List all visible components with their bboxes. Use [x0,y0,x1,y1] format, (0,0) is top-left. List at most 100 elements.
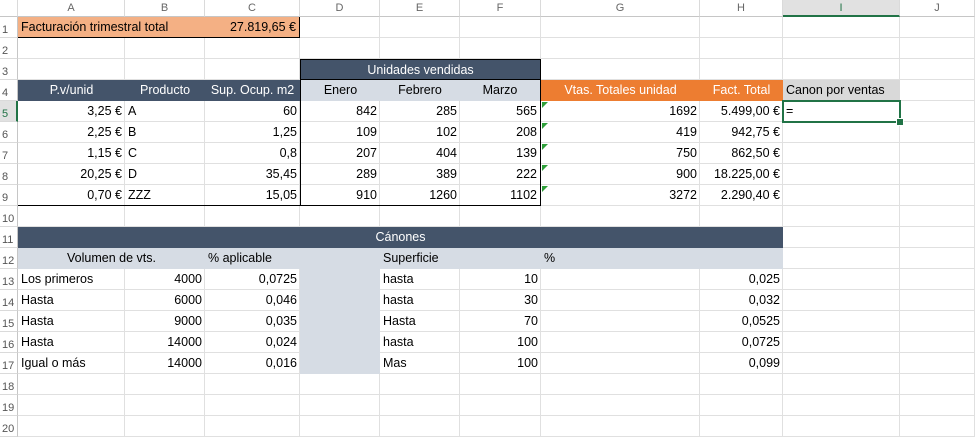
sup-value-cell[interactable]: 100 [460,332,541,353]
unidades-vendidas-title[interactable]: Unidades vendidas [300,59,541,80]
canones-gap-cell[interactable] [300,353,380,374]
vtas-totales-cell[interactable]: 900 [541,164,700,185]
column-header-c[interactable]: C [205,0,300,17]
sup-label-cell[interactable]: hasta [380,290,460,311]
sup-pct-cell[interactable]: 0,0525 [541,311,783,332]
header-vtas-totales[interactable]: Vtas. Totales unidad [541,80,700,101]
producto-cell[interactable]: D [125,164,205,185]
sup-ocup-cell[interactable]: 1,25 [205,122,300,143]
canones-spacer[interactable] [300,248,380,269]
enero-cell[interactable]: 207 [300,143,380,164]
febrero-cell[interactable]: 102 [380,122,460,143]
vtas-totales-cell[interactable]: 1692 [541,101,700,122]
header-pv-unid[interactable]: P.v/unid [18,80,125,101]
row-header-3[interactable]: 3 [0,59,18,80]
sup-value-cell[interactable]: 100 [460,353,541,374]
pv-unid-cell[interactable]: 20,25 € [18,164,125,185]
pct-aplicable-header[interactable]: % aplicable [205,248,300,269]
canones-title[interactable]: Cánones [18,227,783,248]
vol-label-cell[interactable]: Los primeros [18,269,125,290]
column-header-h[interactable]: H [700,0,783,17]
vol-pct-cell[interactable]: 0,016 [205,353,300,374]
header-marzo[interactable]: Marzo [460,80,541,101]
febrero-cell[interactable]: 285 [380,101,460,122]
vol-pct-cell[interactable]: 0,0725 [205,269,300,290]
sup-pct-cell[interactable]: 0,025 [541,269,783,290]
row-header-20[interactable]: 20 [0,416,18,437]
marzo-cell[interactable]: 139 [460,143,541,164]
marzo-cell[interactable]: 222 [460,164,541,185]
fill-handle[interactable] [896,118,904,126]
header-enero[interactable]: Enero [300,80,380,101]
enero-cell[interactable]: 109 [300,122,380,143]
spreadsheet-grid[interactable]: A B C D E F G H I J 1 2 3 4 5 6 7 8 9 10 11 12 13 14 15 16 17 18 19 2… [0,0,975,437]
header-canon[interactable]: Canon por ventas [783,80,900,101]
sup-value-cell[interactable]: 70 [460,311,541,332]
row-header-10[interactable]: 10 [0,206,18,227]
vol-value-cell[interactable]: 14000 [125,353,205,374]
enero-cell[interactable]: 842 [300,101,380,122]
sup-blank-header[interactable] [460,248,541,269]
row-header-6[interactable]: 6 [0,122,18,143]
vol-label-cell[interactable]: Hasta [18,311,125,332]
enero-cell[interactable]: 289 [300,164,380,185]
marzo-cell[interactable]: 208 [460,122,541,143]
sup-pct-header[interactable]: % [541,248,783,269]
header-febrero[interactable]: Febrero [380,80,460,101]
column-header-g[interactable]: G [541,0,700,17]
fact-total-cell[interactable]: 5.499,00 € [700,101,783,122]
vol-value-cell[interactable]: 6000 [125,290,205,311]
febrero-cell[interactable]: 1260 [380,185,460,206]
row-header-16[interactable]: 16 [0,332,18,353]
marzo-cell[interactable]: 1102 [460,185,541,206]
vol-label-cell[interactable]: Hasta [18,332,125,353]
canones-gap-cell[interactable] [300,332,380,353]
pv-unid-cell[interactable]: 2,25 € [18,122,125,143]
vol-pct-cell[interactable]: 0,046 [205,290,300,311]
sup-ocup-cell[interactable]: 15,05 [205,185,300,206]
facturacion-label[interactable]: Facturación trimestral total [18,17,205,38]
fact-total-cell[interactable]: 2.290,40 € [700,185,783,206]
column-header-f[interactable]: F [460,0,541,17]
row-header-11[interactable]: 11 [0,227,18,248]
column-header-j[interactable]: J [900,0,975,17]
column-header-d[interactable]: D [300,0,380,17]
vtas-totales-cell[interactable]: 3272 [541,185,700,206]
sup-ocup-cell[interactable]: 0,8 [205,143,300,164]
pv-unid-cell[interactable]: 3,25 € [18,101,125,122]
vol-pct-cell[interactable]: 0,035 [205,311,300,332]
sup-header[interactable]: Superficie [380,248,460,269]
canones-gap-cell[interactable] [300,290,380,311]
row-header-4[interactable]: 4 [0,80,18,101]
header-sup-ocup[interactable]: Sup. Ocup. m2 [205,80,300,101]
vtas-totales-cell[interactable]: 419 [541,122,700,143]
row-header-12[interactable]: 12 [0,248,18,269]
producto-cell[interactable]: A [125,101,205,122]
row-header-17[interactable]: 17 [0,353,18,374]
vol-value-cell[interactable]: 4000 [125,269,205,290]
febrero-cell[interactable]: 404 [380,143,460,164]
header-producto[interactable]: Producto [125,80,205,101]
column-header-a[interactable]: A [18,0,125,17]
row-header-18[interactable]: 18 [0,374,18,395]
sup-pct-cell[interactable]: 0,0725 [541,332,783,353]
row-header-5[interactable]: 5 [0,101,18,122]
row-header-1[interactable]: 1 [0,17,18,38]
sup-pct-cell[interactable]: 0,032 [541,290,783,311]
sup-value-cell[interactable]: 10 [460,269,541,290]
vol-label-cell[interactable]: Igual o más [18,353,125,374]
canones-gap-cell[interactable] [300,269,380,290]
vol-value-cell[interactable]: 14000 [125,332,205,353]
fact-total-cell[interactable]: 18.225,00 € [700,164,783,185]
row-header-13[interactable]: 13 [0,269,18,290]
vol-label-cell[interactable]: Hasta [18,290,125,311]
row-header-15[interactable]: 15 [0,311,18,332]
sup-label-cell[interactable]: Mas [380,353,460,374]
vtas-totales-cell[interactable]: 750 [541,143,700,164]
column-header-i[interactable]: I [783,0,900,17]
sup-ocup-cell[interactable]: 60 [205,101,300,122]
row-header-7[interactable]: 7 [0,143,18,164]
select-all-corner[interactable] [0,0,18,17]
sup-ocup-cell[interactable]: 35,45 [205,164,300,185]
pv-unid-cell[interactable]: 0,70 € [18,185,125,206]
